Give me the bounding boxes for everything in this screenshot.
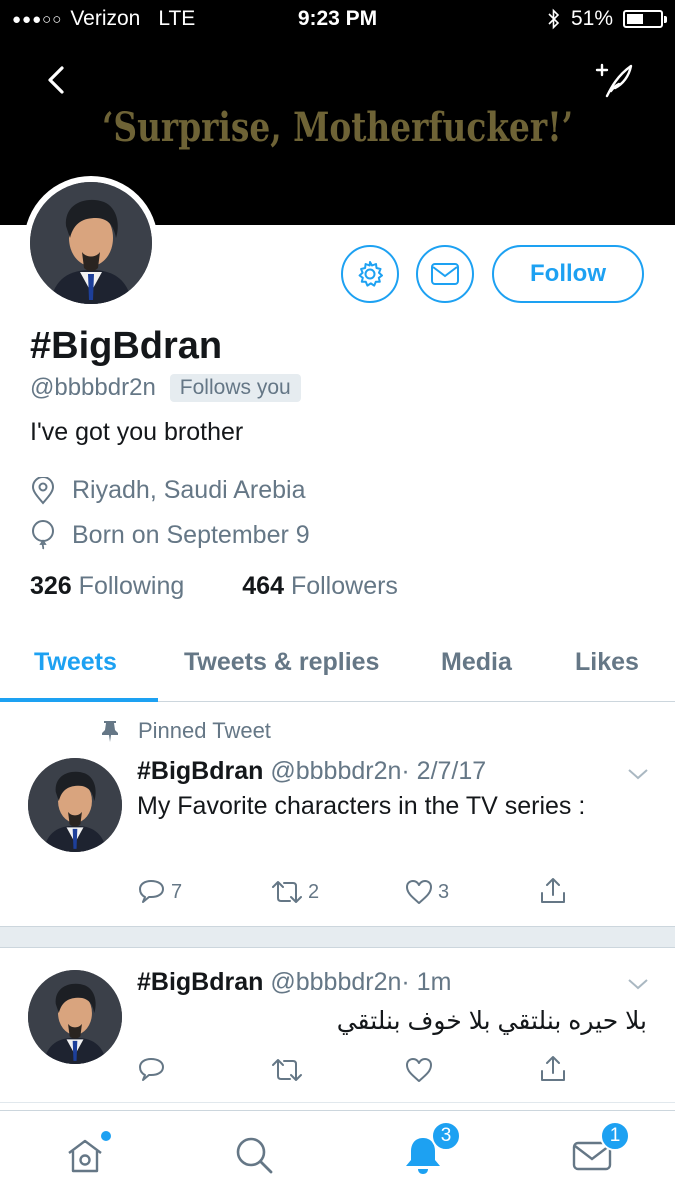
balloon-icon [32, 520, 54, 550]
nav-search[interactable] [232, 1133, 276, 1177]
gear-icon [358, 261, 383, 287]
tweet-header: #BigBdran @bbbbdr2n· 1m [137, 968, 451, 997]
tweet-author-handle: @bbbbdr2n [270, 968, 402, 996]
tweet-divider [0, 926, 675, 948]
chevron-down-icon[interactable] [626, 976, 650, 992]
tweet-time: · 1m [401, 968, 452, 996]
envelope-icon [431, 263, 459, 285]
tab-tweets-and-replies[interactable]: Tweets & replies [184, 648, 379, 677]
notifications-badge: 3 [431, 1121, 461, 1151]
tweet-author-name[interactable]: #BigBdran [137, 757, 263, 785]
profile-avatar[interactable] [24, 176, 158, 310]
home-icon [68, 1139, 102, 1173]
like-action[interactable] [404, 1056, 438, 1084]
reply-count: 7 [171, 880, 183, 903]
tweet-author-handle: @bbbbdr2n [270, 757, 402, 785]
share-icon [541, 878, 565, 903]
tab-likes[interactable]: Likes [575, 648, 639, 677]
message-button[interactable] [416, 245, 474, 303]
nav-messages[interactable]: 1 [570, 1121, 630, 1177]
pinned-tweet-label: Pinned Tweet [100, 718, 271, 744]
banner-text: ‘Surprise, Motherfucker!’ [101, 104, 574, 151]
retweet-count: 2 [308, 880, 320, 903]
bottom-navigation: 3 1 [0, 1110, 675, 1200]
tweet-text: My Favorite characters in the TV series … [137, 792, 586, 820]
tweet-separator [0, 1102, 675, 1103]
tab-tweets[interactable]: Tweets [34, 648, 117, 677]
profile-tabs: Tweets Tweets & replies Media Likes [0, 630, 675, 702]
new-content-dot [101, 1131, 111, 1141]
profile-birthday: Born on September 9 [30, 520, 310, 550]
reply-icon [139, 1058, 164, 1081]
follow-button[interactable]: Follow [492, 245, 644, 303]
tweet-avatar[interactable] [28, 758, 122, 852]
location-text: Riyadh, Saudi Arebia [72, 476, 306, 504]
profile-handle: @bbbbdr2n [30, 374, 156, 401]
birthday-text: Born on September 9 [72, 520, 310, 549]
tab-media[interactable]: Media [441, 648, 512, 677]
messages-badge: 1 [600, 1121, 630, 1151]
retweet-action[interactable]: 2 [270, 878, 319, 906]
battery-percent: 51% [570, 7, 613, 30]
followers-count: 464 [242, 572, 284, 600]
settings-button[interactable] [341, 245, 399, 303]
followers-label: Followers [290, 572, 398, 600]
share-action[interactable] [538, 876, 568, 906]
following-label: Following [78, 572, 185, 600]
follows-you-badge: Follows you [169, 374, 301, 402]
chevron-down-icon[interactable] [626, 766, 650, 782]
battery-icon [623, 10, 667, 28]
tweet-avatar[interactable] [28, 970, 122, 1064]
profile-location: Riyadh, Saudi Arebia [30, 476, 305, 505]
following-count: 326 [30, 572, 72, 600]
back-arrow-icon[interactable] [40, 62, 76, 98]
nav-notifications[interactable]: 3 [401, 1121, 461, 1177]
followers-stat[interactable]: 464 Followers [242, 572, 398, 601]
search-icon [236, 1137, 273, 1174]
heart-icon [406, 880, 432, 904]
like-count: 3 [438, 880, 450, 903]
pin-icon [102, 721, 118, 742]
profile-name: #BigBdran [30, 325, 223, 367]
tweet-header: #BigBdran @bbbbdr2n· 2/7/17 [137, 757, 486, 786]
bluetooth-icon [548, 8, 560, 30]
reply-action[interactable]: 7 [137, 878, 182, 906]
like-action[interactable]: 3 [404, 878, 449, 906]
nav-home[interactable] [63, 1131, 111, 1177]
profile-bio: I've got you brother [30, 418, 244, 446]
heart-icon [406, 1058, 432, 1082]
status-bar: ●●●○○ Verizon LTE 9:23 PM 51% [0, 0, 675, 40]
compose-tweet-icon[interactable] [593, 58, 637, 102]
retweet-icon [272, 881, 302, 903]
share-icon [541, 1056, 565, 1081]
share-action[interactable] [538, 1054, 568, 1084]
following-stat[interactable]: 326 Following [30, 572, 184, 601]
active-tab-indicator [0, 698, 158, 702]
retweet-action[interactable] [270, 1056, 308, 1084]
tweet-text: بلا حيره بنلتقي بلا خوف بنلتقي [336, 1007, 647, 1035]
pinned-tweet-text: Pinned Tweet [138, 718, 271, 743]
reply-action[interactable] [137, 1056, 171, 1084]
location-pin-icon [31, 476, 55, 505]
retweet-icon [272, 1059, 302, 1081]
tweet-author-name[interactable]: #BigBdran [137, 968, 263, 996]
tweet-time: · 2/7/17 [401, 757, 487, 785]
reply-icon [139, 880, 164, 903]
